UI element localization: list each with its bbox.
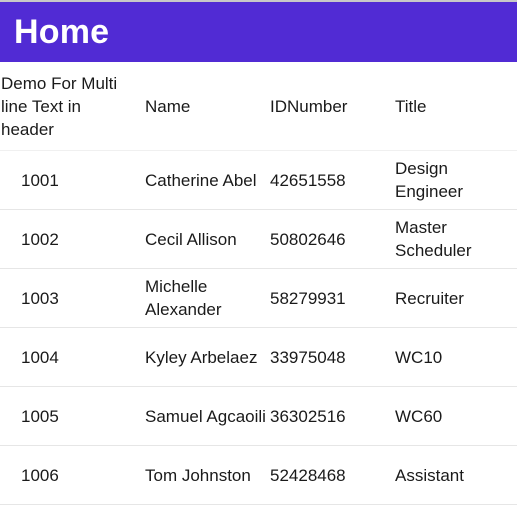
table-row[interactable]: 1002 Cecil Allison 50802646 Master Sched… bbox=[0, 210, 517, 269]
cell-title: Master Scheduler bbox=[395, 218, 472, 260]
grid-header-row: Demo For Multi line Text in header Name … bbox=[0, 62, 517, 151]
app-window: Home Demo For Multi line Text in header … bbox=[0, 0, 517, 519]
cell-title: Assistant bbox=[395, 465, 464, 485]
cell-title: Recruiter bbox=[395, 288, 464, 308]
table-row[interactable]: 1006 Tom Johnston 52428468 Assistant bbox=[0, 446, 517, 505]
table-row[interactable]: 1004 Kyley Arbelaez 33975048 WC10 bbox=[0, 328, 517, 387]
cell-title: WC60 bbox=[395, 406, 443, 426]
cell-title: WC10 bbox=[395, 347, 443, 367]
column-header-title[interactable]: Title bbox=[395, 95, 517, 118]
cell-id: 1005 bbox=[21, 406, 59, 426]
table-row[interactable]: 1003 Michelle Alexander 58279931 Recruit… bbox=[0, 269, 517, 328]
navigation-bar: Home bbox=[0, 2, 517, 62]
cell-id: 1004 bbox=[21, 347, 59, 367]
cell-idnumber: 36302516 bbox=[270, 406, 346, 426]
cell-idnumber: 52428468 bbox=[270, 465, 346, 485]
column-header-idnumber[interactable]: IDNumber bbox=[270, 95, 395, 118]
cell-name: Kyley Arbelaez bbox=[145, 347, 258, 367]
cell-name: Cecil Allison bbox=[145, 229, 237, 249]
cell-title: Design Engineer bbox=[395, 159, 464, 201]
cell-idnumber: 42651558 bbox=[270, 170, 346, 190]
page-title: Home bbox=[14, 12, 110, 51]
table-row[interactable]: 1001 Catherine Abel 42651558 Design Engi… bbox=[0, 151, 517, 210]
cell-name: Michelle Alexander bbox=[145, 277, 222, 319]
cell-name: Catherine Abel bbox=[145, 170, 257, 190]
cell-name: Samuel Agcaoili bbox=[145, 406, 266, 426]
cell-id: 1006 bbox=[21, 465, 59, 485]
cell-idnumber: 50802646 bbox=[270, 229, 346, 249]
cell-id: 1003 bbox=[21, 288, 59, 308]
cell-name: Tom Johnston bbox=[145, 465, 251, 485]
column-header-id[interactable]: Demo For Multi line Text in header bbox=[0, 72, 145, 141]
data-grid[interactable]: Demo For Multi line Text in header Name … bbox=[0, 62, 517, 505]
cell-idnumber: 58279931 bbox=[270, 288, 346, 308]
cell-id: 1001 bbox=[21, 170, 59, 190]
table-row[interactable]: 1005 Samuel Agcaoili 36302516 WC60 bbox=[0, 387, 517, 446]
cell-idnumber: 33975048 bbox=[270, 347, 346, 367]
cell-id: 1002 bbox=[21, 229, 59, 249]
column-header-name[interactable]: Name bbox=[145, 95, 270, 118]
